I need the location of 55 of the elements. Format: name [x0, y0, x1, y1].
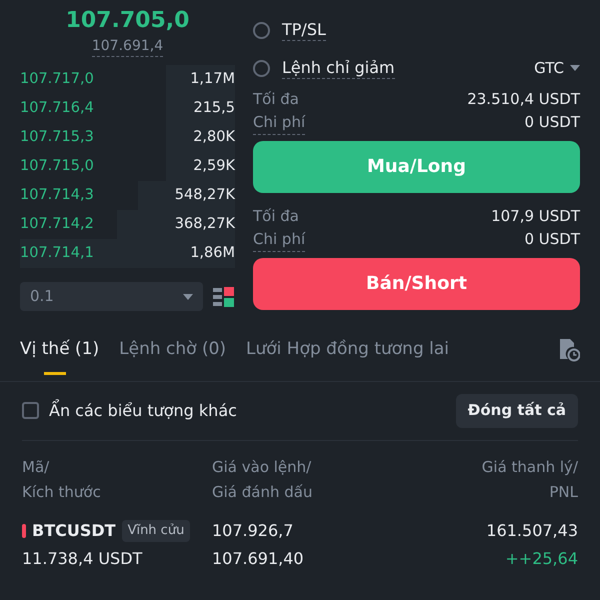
info-label: Tối đa	[253, 206, 299, 226]
buy-button[interactable]: Mua/Long	[253, 140, 580, 192]
liquidation-price: 161.507,43	[485, 520, 578, 542]
column-header: Giá thanh lý/	[482, 456, 578, 478]
bid-price: 107.716,4	[20, 98, 94, 118]
tab[interactable]: Lưới Hợp đồng tương lai	[246, 337, 450, 380]
caret-icon	[183, 294, 193, 300]
mark-price: 107.691,4	[92, 36, 164, 57]
column-header: PNL	[549, 482, 578, 502]
column-header: Mã/	[22, 456, 50, 478]
mark-price-cell-text: 107.691,40	[212, 548, 305, 570]
close-all-button[interactable]: Đóng tất cả	[456, 394, 578, 428]
info-value: 0 USDT	[524, 112, 580, 132]
info-value: 0 USDT	[524, 228, 580, 250]
bid-amount: 2,59K	[193, 156, 235, 176]
bid-price: 107.715,0	[20, 156, 94, 176]
bid-price: 107.714,2	[20, 214, 94, 234]
info-value: 107,9 USDT	[491, 206, 580, 226]
bid-amount: 215,5	[193, 98, 235, 118]
bid-amount: 1,17M	[190, 70, 235, 89]
bid-price: 107.714,1	[20, 244, 94, 263]
column-header: Kích thước	[22, 482, 102, 502]
contract-tag: Vĩnh cửu	[122, 520, 190, 542]
layout-icon[interactable]	[213, 286, 235, 306]
radio-button[interactable]	[253, 22, 270, 39]
caret-icon	[570, 65, 580, 72]
option-label: TP/SL	[282, 20, 326, 41]
info-label: Tối đa	[253, 88, 299, 110]
tab[interactable]: Vị thế (1)	[20, 337, 100, 380]
bid-amount: 2,80K	[193, 128, 235, 147]
entry-price: 107.926,7	[212, 520, 294, 542]
bid-amount: 368,27K	[174, 214, 235, 234]
position-size: 11.738,4 USDT	[22, 548, 144, 570]
column-header: Giá vào lệnh/	[212, 456, 312, 478]
column-header: Giá đánh dấu	[212, 482, 314, 502]
tab[interactable]: Lệnh chờ (0)	[119, 337, 226, 380]
info-value: 23.510,4 USDT	[467, 88, 580, 110]
bid-price: 107.715,3	[20, 128, 94, 147]
bid-amount: 548,27K	[174, 186, 235, 205]
checkbox[interactable]	[22, 402, 39, 419]
time-in-force[interactable]: GTC	[534, 57, 564, 80]
checkbox-label: Ẩn các biểu tượng khác	[49, 398, 237, 422]
bid-price: 107.717,0	[20, 70, 94, 89]
option-label: Lệnh chỉ giảm	[282, 58, 395, 79]
last-price: 107.705,0	[66, 7, 190, 35]
bid-price: 107.714,3	[20, 186, 94, 205]
sell-button[interactable]: Bán/Short	[253, 258, 580, 310]
radio-button[interactable]	[253, 60, 270, 77]
depth-select[interactable]: 0.1	[20, 282, 203, 311]
info-label: Chi phí	[253, 228, 306, 252]
bid-amount: 1,86M	[190, 244, 235, 263]
info-label: Chi phí	[253, 110, 306, 134]
history-icon[interactable]	[558, 338, 580, 362]
pnl: ++25,64	[504, 548, 578, 570]
symbol: BTCUSDT	[32, 520, 116, 542]
